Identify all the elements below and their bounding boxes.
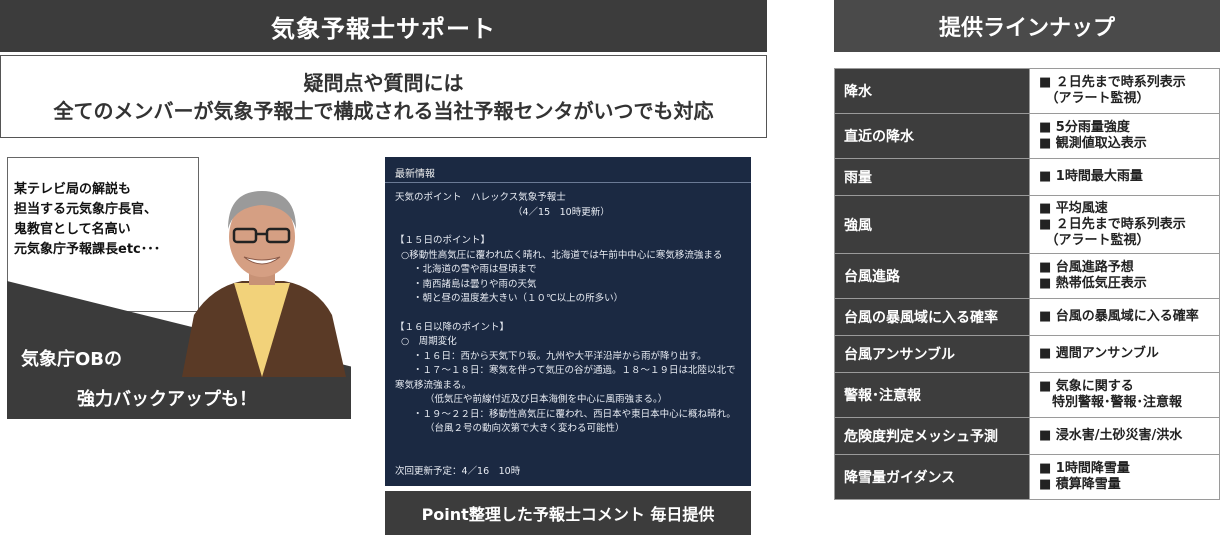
table-row: 直近の降水 ■ 5分雨量強度 ■ 観測値取込表示 <box>834 113 1220 159</box>
detail-line: ■ ２日先まで時系列表示 <box>1039 75 1186 90</box>
lineup-name: 雨量 <box>834 158 1030 196</box>
forecaster-panel: 某テレビ局の解説も 担当する元気象庁長官、 鬼教官として名高い 元気象庁予報課長… <box>7 157 351 419</box>
lineup-detail: ■ 5分雨量強度 ■ 観測値取込表示 <box>1029 113 1220 159</box>
table-row: 雨量 ■ 1時間最大雨量 <box>834 158 1220 196</box>
lineup-detail: ■ 台風進路予想 ■ 熱帯低気圧表示 <box>1029 253 1220 299</box>
support-message-line2: 全てのメンバーが気象予報士で構成される当社予報センタがいつでも対応 <box>53 98 714 123</box>
table-row: 台風進路 ■ 台風進路予想 ■ 熱帯低気圧表示 <box>834 253 1220 299</box>
table-row: 危険度判定メッシュ予測 ■ 浸水害/土砂災害/洪水 <box>834 417 1220 455</box>
detail-line: ■ 浸水害/土砂災害/洪水 <box>1039 428 1183 443</box>
backup-text-line1: 気象庁OBの <box>21 349 123 370</box>
info-line: ○ 周期変化 <box>401 336 457 347</box>
lineup-name: 強風 <box>834 195 1030 254</box>
lineup-detail: ■ 1時間降雪量 ■ 積算降雪量 <box>1029 454 1220 500</box>
lineup-name: 降雪量ガイダンス <box>834 454 1030 500</box>
detail-line: ■ 1時間最大雨量 <box>1039 169 1143 184</box>
table-row: 警報･注意報 ■ 気象に関する 特別警報･警報･注意報 <box>834 372 1220 418</box>
lineup-name: 台風アンサンブル <box>834 335 1030 373</box>
info-section-heading: 【１５日のポイント】 <box>395 235 491 246</box>
table-row: 台風アンサンブル ■ 週間アンサンブル <box>834 335 1220 373</box>
bubble-line: 担当する元気象庁長官、 <box>14 202 158 217</box>
support-banner: 気象予報士サポート <box>0 0 767 52</box>
lineup-table: 降水 ■ ２日先まで時系列表示 （アラート監視） 直近の降水 ■ 5分雨量強度 … <box>834 68 1220 500</box>
info-title: 天気のポイント ハレックス気象予報士 <box>395 192 566 203</box>
info-line: 寒気移流強まる。 <box>395 379 472 391</box>
detail-line: ■ 熱帯低気圧表示 <box>1039 276 1147 291</box>
detail-line: ■ 5分雨量強度 <box>1039 120 1130 135</box>
lineup-detail: ■ 気象に関する 特別警報･警報･注意報 <box>1029 372 1220 418</box>
lineup-banner: 提供ラインナップ <box>834 0 1220 52</box>
detail-line: ■ 1時間降雪量 <box>1039 461 1130 476</box>
table-row: 台風の暴風域に入る確率 ■ 台風の暴風域に入る確率 <box>834 298 1220 336</box>
detail-line: ■ 平均風速 <box>1039 200 1108 216</box>
lineup-detail: ■ 1時間最大雨量 <box>1029 158 1220 196</box>
lineup-detail: ■ ２日先まで時系列表示 （アラート監視） <box>1029 68 1220 114</box>
info-updated: （4／15 10時更新） <box>513 206 610 218</box>
detail-line: ■ 週間アンサンブル <box>1039 346 1159 361</box>
comment-caption: Point整理した予報士コメント 毎日提供 <box>385 491 751 535</box>
info-line: ・朝と昼の温度差大きい（１０℃以上の所多い） <box>413 293 624 304</box>
detail-line: ■ ２日先まで時系列表示 <box>1039 216 1186 232</box>
bubble-line: 元気象庁予報課長etc･･･ <box>14 242 161 257</box>
forecaster-photo <box>182 191 346 377</box>
detail-line: ■ 台風の暴風域に入る確率 <box>1039 309 1199 324</box>
info-section-heading: 【１６日以降のポイント】 <box>395 321 510 333</box>
info-line: ・１６日：西から天気下り坂。九州や大平洋沿岸から雨が降り出す。 <box>413 350 707 362</box>
backup-text-line2: 強力バックアップも！ <box>77 389 257 410</box>
info-line: ○移動性高気圧に覆われ広く晴れ、北海道では午前中中心に寒気移流強まる <box>401 249 723 261</box>
detail-line: 特別警報･警報･注意報 <box>1039 395 1183 410</box>
lineup-detail: ■ 台風の暴風域に入る確率 <box>1029 298 1220 336</box>
latest-info-panel: 最新情報 天気のポイント ハレックス気象予報士 （4／15 10時更新） 【１５… <box>385 157 751 486</box>
detail-line: ■ 台風進路予想 <box>1039 260 1134 275</box>
detail-line: ■ 観測値取込表示 <box>1039 136 1147 151</box>
bubble-line: 鬼教官として名高い <box>14 222 131 237</box>
info-line: ・北海道の雪や雨は昼頃まで <box>413 264 537 275</box>
lineup-detail: ■ 週間アンサンブル <box>1029 335 1220 373</box>
info-next-update: 次回更新予定：4／16 10時 <box>395 465 521 477</box>
bubble-line: 某テレビ局の解説も <box>14 182 132 197</box>
lineup-name: 台風進路 <box>834 253 1030 299</box>
detail-line: ■ 積算降雪量 <box>1039 477 1121 492</box>
table-row: 降水 ■ ２日先まで時系列表示 （アラート監視） <box>834 68 1220 114</box>
support-message-line1: 疑問点や質問には <box>303 70 464 95</box>
lineup-name: 台風の暴風域に入る確率 <box>834 298 1030 336</box>
lineup-detail: ■ 平均風速 ■ ２日先まで時系列表示 （アラート監視） <box>1029 195 1220 254</box>
lineup-name: 警報･注意報 <box>834 372 1030 418</box>
detail-line: ■ 気象に関する <box>1039 379 1134 394</box>
latest-info-body: 天気のポイント ハレックス気象予報士 （4／15 10時更新） 【１５日のポイン… <box>385 183 751 486</box>
table-row: 強風 ■ 平均風速 ■ ２日先まで時系列表示 （アラート監視） <box>834 195 1220 254</box>
table-row: 降雪量ガイダンス ■ 1時間降雪量 ■ 積算降雪量 <box>834 454 1220 500</box>
support-message: 疑問点や質問には 全てのメンバーが気象予報士で構成される当社予報センタがいつでも… <box>0 55 767 138</box>
detail-line: （アラート監視） <box>1039 91 1150 106</box>
lineup-detail: ■ 浸水害/土砂災害/洪水 <box>1029 417 1220 455</box>
info-line: （低気圧や前線付近及び日本海側を中心に風雨強まる。） <box>425 394 668 405</box>
info-line: （台風２号の動向次第で大きく変わる可能性） <box>425 423 625 434</box>
lineup-name: 危険度判定メッシュ予測 <box>834 417 1030 455</box>
lineup-name: 降水 <box>834 68 1030 114</box>
lineup-name: 直近の降水 <box>834 113 1030 159</box>
info-line: ・１９～２２日：移動性高気圧に覆われ、西日本や東日本中心に概ね晴れ。 <box>413 408 736 420</box>
info-line: ・南西諸島は曇りや雨の天気 <box>413 278 537 290</box>
latest-info-header: 最新情報 <box>385 157 751 183</box>
detail-line: （アラート監視） <box>1039 232 1150 248</box>
info-line: ・１７～１８日：寒気を伴って気圧の谷が通過。１８～１９日は北陸以北で <box>413 365 736 376</box>
